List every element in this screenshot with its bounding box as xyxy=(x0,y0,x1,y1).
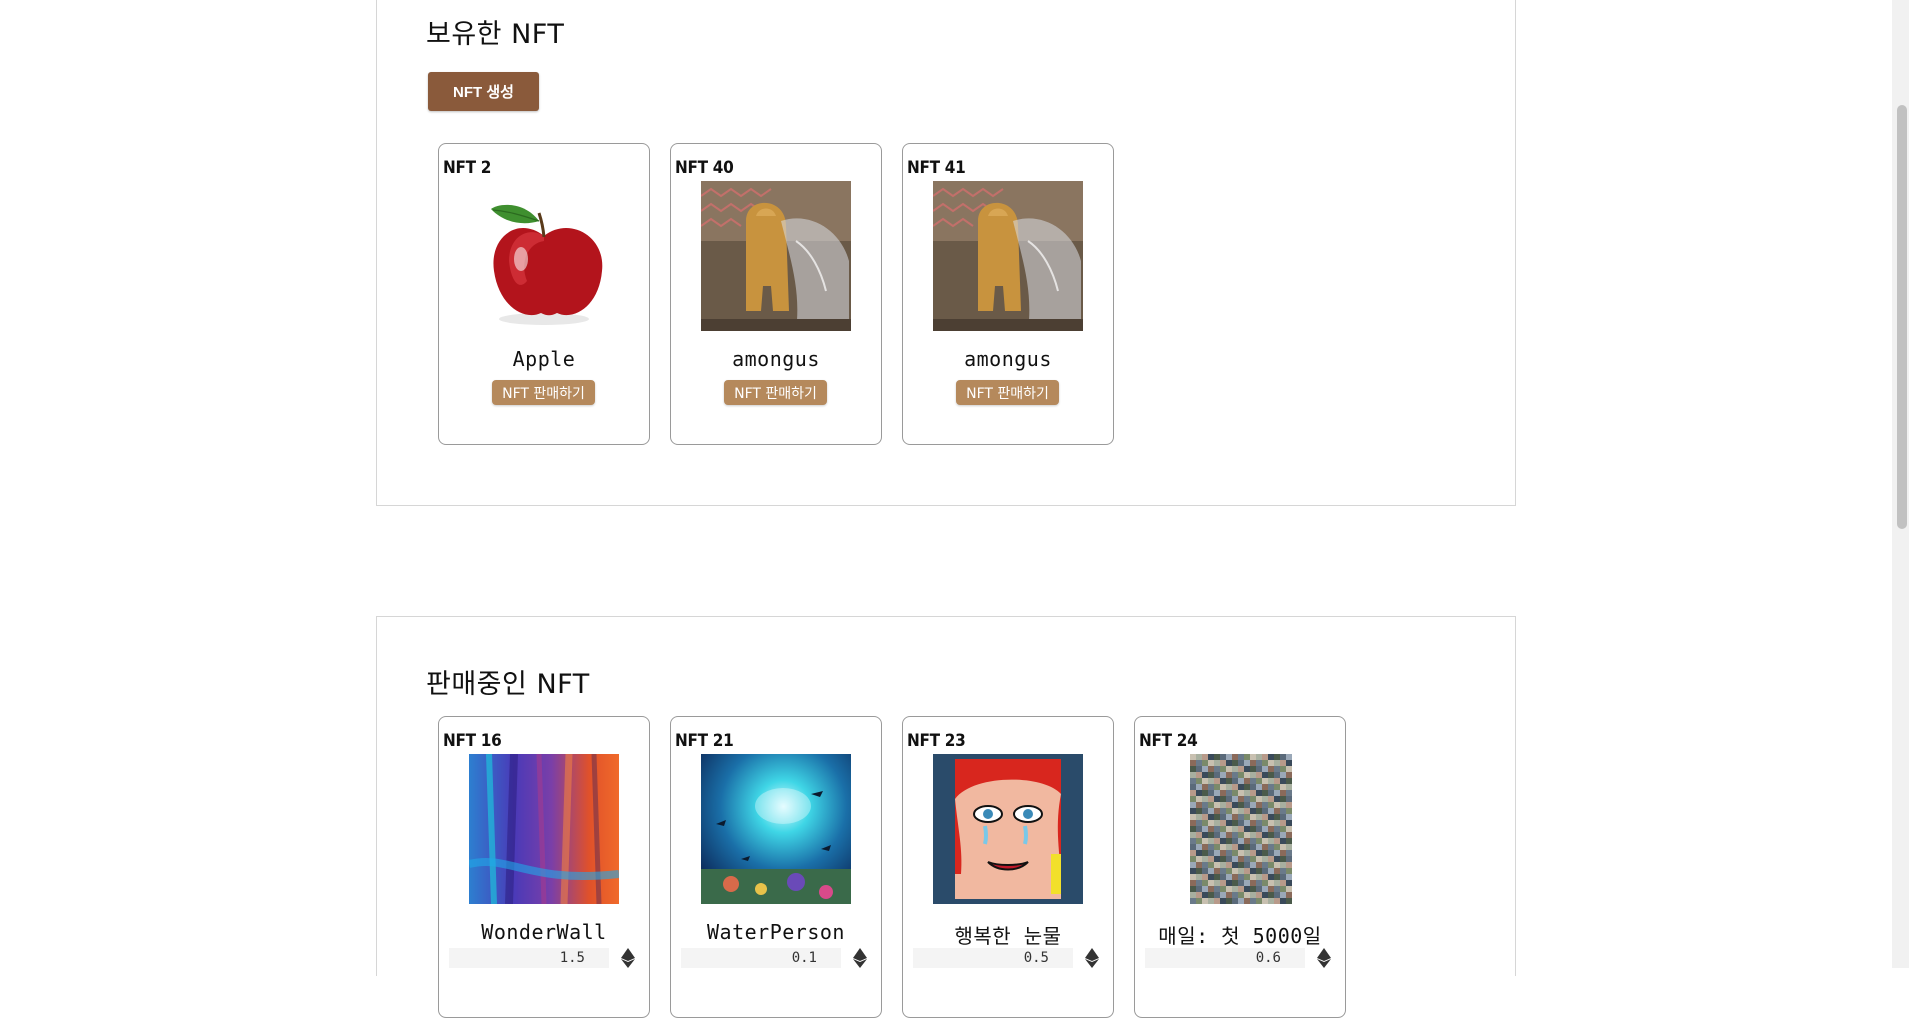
nft-name: 행복한 눈물 xyxy=(954,924,1062,948)
nft-id-label: NFT 16 xyxy=(443,731,502,751)
owned-nft-card: NFT 40 amongus NFT 판매하기 xyxy=(670,143,882,445)
create-nft-button[interactable]: NFT 생성 xyxy=(428,72,539,111)
ethereum-icon xyxy=(853,948,867,968)
nft-name: WaterPerson xyxy=(707,920,845,944)
price-row: 0.5 xyxy=(913,948,1103,970)
sale-nft-card[interactable]: NFT 16 WonderWall 1.5 xyxy=(438,716,650,1018)
nft-name: amongus xyxy=(732,347,820,371)
price-value: 0.5 xyxy=(913,948,1073,968)
price-value: 1.5 xyxy=(449,948,609,968)
price-row: 1.5 xyxy=(449,948,639,970)
nft-id-label: NFT 23 xyxy=(907,731,966,751)
sell-nft-button[interactable]: NFT 판매하기 xyxy=(956,380,1059,405)
nft-id-label: NFT 40 xyxy=(675,158,734,178)
owned-nft-card: NFT 2 Apple NFT 판매하기 xyxy=(438,143,650,445)
sale-nft-card[interactable]: NFT 21 WaterPerson 0.1 xyxy=(670,716,882,1018)
on-sale-nft-title: 판매중인 NFT xyxy=(426,669,590,700)
nft-id-label: NFT 21 xyxy=(675,731,734,751)
ethereum-icon xyxy=(621,948,635,968)
price-value: 0.6 xyxy=(1145,948,1305,968)
ethereum-icon xyxy=(1317,948,1331,968)
sell-nft-button[interactable]: NFT 판매하기 xyxy=(492,380,595,405)
nft-id-label: NFT 41 xyxy=(907,158,966,178)
price-row: 0.1 xyxy=(681,948,871,970)
scrollbar-thumb[interactable] xyxy=(1897,105,1907,529)
nft-image-everydays xyxy=(1165,754,1315,904)
nft-name: 매일: 첫 5000일 xyxy=(1158,924,1322,948)
nft-image-wonderwall xyxy=(469,754,619,904)
price-row: 0.6 xyxy=(1145,948,1335,970)
nft-id-label: NFT 24 xyxy=(1139,731,1198,751)
nft-id-label: NFT 2 xyxy=(443,158,492,178)
on-sale-nft-panel: 판매중인 NFT NFT 16 WonderWall 1.5 NFT 21 Wa… xyxy=(376,616,1516,1018)
nft-name: WonderWall xyxy=(481,920,607,944)
nft-image-waterperson xyxy=(701,754,851,904)
nft-image-amongus xyxy=(701,181,851,331)
ethereum-icon xyxy=(1085,948,1099,968)
sale-nft-card[interactable]: NFT 24 매일: 첫 5000일 0.6 xyxy=(1134,716,1346,1018)
owned-nft-card: NFT 41 amongus NFT 판매하기 xyxy=(902,143,1114,445)
nft-name: amongus xyxy=(964,347,1052,371)
owned-nft-title: 보유한 NFT xyxy=(426,19,565,50)
owned-nft-panel: 보유한 NFT NFT 생성 NFT 2 Apple NFT 판매하기 NFT … xyxy=(376,0,1516,506)
price-value: 0.1 xyxy=(681,948,841,968)
nft-image-happy-tears xyxy=(933,754,1083,904)
sale-nft-card[interactable]: NFT 23 행복한 눈물 0.5 xyxy=(902,716,1114,1018)
nft-name: Apple xyxy=(512,347,576,371)
sell-nft-button[interactable]: NFT 판매하기 xyxy=(724,380,827,405)
nft-image-apple xyxy=(469,181,619,331)
nft-image-amongus xyxy=(933,181,1083,331)
vertical-scrollbar[interactable] xyxy=(1892,0,1909,968)
